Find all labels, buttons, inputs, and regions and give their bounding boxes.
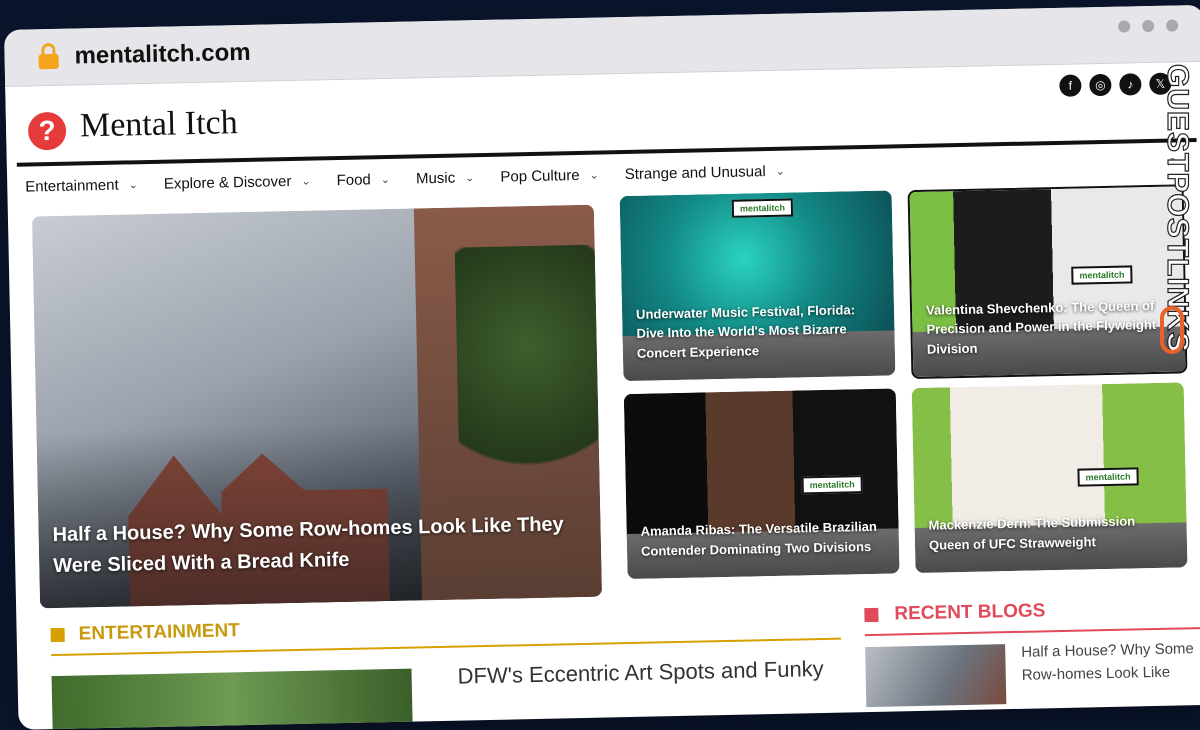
mentalitch-logo: mentalitch [1077, 467, 1139, 487]
section-square-icon [864, 607, 879, 623]
mentalitch-logo: mentalitch [731, 198, 794, 218]
question-mark-logo-icon[interactable]: ? [27, 111, 67, 151]
chevron-down-icon: ⌄ [380, 173, 391, 186]
entertainment-heading[interactable]: ENTERTAINMENT [78, 620, 240, 645]
window-dot[interactable] [1142, 19, 1155, 33]
recent-thumbnail[interactable] [865, 644, 1007, 708]
window-controls [1118, 19, 1179, 33]
recent-blogs-heading: RECENT BLOGS [894, 600, 1046, 625]
section-divider [864, 627, 1200, 637]
recent-article-title[interactable]: Half a House? Why Some Row-homes Look Li… [1021, 638, 1200, 687]
site-title[interactable]: Mental Itch [80, 104, 238, 145]
featured-card[interactable]: mentalitch Amanda Ribas: The Versatile B… [623, 388, 900, 580]
hero-title[interactable]: Half a House? Why Some Row-homes Look Li… [52, 509, 587, 582]
chevron-down-icon: ⌄ [128, 178, 139, 191]
chevron-down-icon: ⌄ [589, 169, 599, 182]
featured-card[interactable]: mentalitch Mackenzie Dern: The Submissio… [911, 382, 1188, 574]
main-content: Half a House? Why Some Row-homes Look Li… [8, 182, 1200, 730]
url-text[interactable]: mentalitch.com [74, 39, 251, 71]
card-title[interactable]: Underwater Music Festival, Florida: Dive… [636, 299, 881, 363]
facebook-icon[interactable]: f [1059, 74, 1082, 97]
tiktok-icon[interactable]: ♪ [1119, 73, 1142, 96]
nav-item-music[interactable]: Music ⌄ [416, 169, 475, 187]
featured-card[interactable]: mentalitch Valentina Shevchenko: The Que… [907, 184, 1188, 380]
link-icon [1160, 306, 1184, 354]
article-thumbnail[interactable] [51, 668, 413, 730]
section-square-icon [50, 627, 65, 643]
mentalitch-logo: mentalitch [1071, 265, 1133, 285]
tree-image [454, 244, 600, 498]
instagram-icon[interactable]: ◎ [1089, 73, 1112, 97]
browser-window: mentalitch.com ? Mental Itch f ◎ ♪ 𝕏 Ent… [4, 4, 1200, 730]
lock-icon [38, 42, 59, 70]
watermark-text: GUESTPOSTLINKS [1160, 63, 1194, 354]
nav-item-strange-unusual[interactable]: Strange and Unusual ⌄ [625, 162, 786, 183]
card-title[interactable]: Amanda Ribas: The Versatile Brazilian Co… [640, 517, 885, 561]
mentalitch-logo: mentalitch [801, 475, 863, 495]
card-title[interactable]: Valentina Shevchenko: The Queen of Preci… [926, 295, 1171, 359]
nav-item-explore-discover[interactable]: Explore & Discover ⌄ [164, 172, 311, 193]
chevron-down-icon: ⌄ [775, 165, 786, 178]
chevron-down-icon: ⌄ [301, 175, 311, 188]
window-dot[interactable] [1118, 20, 1131, 33]
card-title[interactable]: Mackenzie Dern: The Submission Queen of … [928, 511, 1173, 555]
nav-item-entertainment[interactable]: Entertainment ⌄ [25, 176, 138, 195]
chevron-down-icon: ⌄ [465, 171, 475, 184]
recent-blogs-header: RECENT BLOGS [864, 600, 1046, 626]
entertainment-section-header: ENTERTAINMENT [50, 620, 240, 646]
window-dot[interactable] [1166, 19, 1179, 32]
article-title[interactable]: DFW's Eccentric Art Spots and Funky [457, 656, 824, 690]
guestpostlinks-watermark: GUESTPOSTLINKS [1154, 58, 1195, 358]
nav-item-pop-culture[interactable]: Pop Culture ⌄ [500, 166, 599, 185]
featured-hero-card[interactable]: Half a House? Why Some Row-homes Look Li… [31, 204, 602, 609]
featured-card[interactable]: mentalitch Underwater Music Festival, Fl… [619, 190, 896, 382]
nav-item-food[interactable]: Food ⌄ [336, 170, 391, 189]
